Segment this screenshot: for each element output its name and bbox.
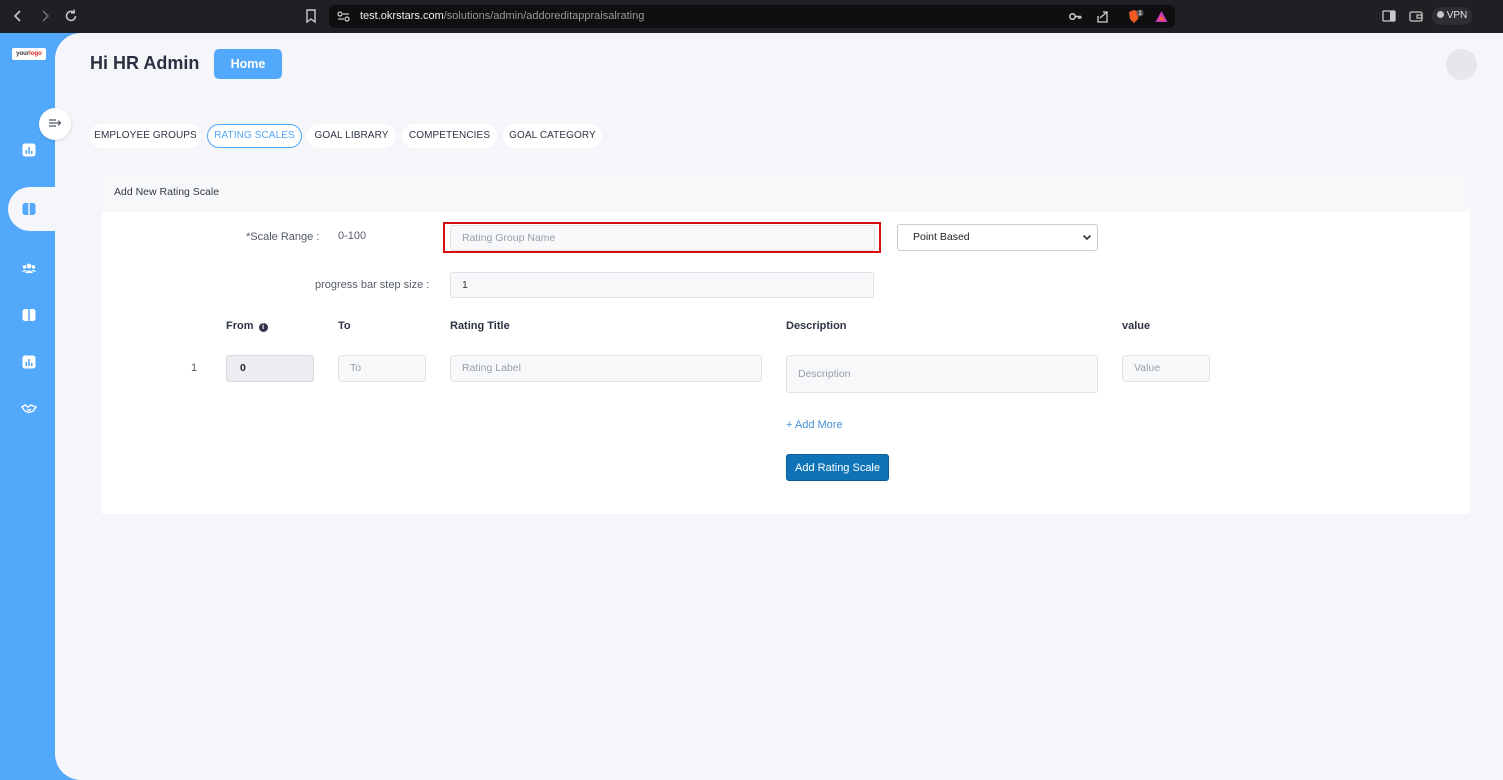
sidebar-item-reports[interactable] <box>21 354 37 370</box>
add-more-link[interactable]: + Add More <box>786 419 843 431</box>
sidebar-item-library[interactable] <box>21 307 37 323</box>
sidebar-toggle-icon[interactable] <box>1380 7 1398 25</box>
key-icon[interactable] <box>1068 9 1083 24</box>
brave-shields-icon[interactable]: 1 <box>1127 9 1144 24</box>
wallet-icon[interactable] <box>1407 7 1425 25</box>
scale-range-value: 0-100 <box>338 230 367 242</box>
value-input[interactable]: Value <box>1122 355 1210 382</box>
book-icon <box>22 309 36 321</box>
tab-rating-scales[interactable]: RATING SCALES <box>207 124 302 148</box>
chart-icon <box>22 355 36 369</box>
menu-arrow-icon <box>49 119 62 127</box>
rating-title-column-header: Rating Title <box>450 320 510 332</box>
company-logo[interactable]: yourlogo <box>12 48 46 60</box>
tab-goal-category[interactable]: GOAL CATEGORY <box>503 124 602 148</box>
scale-type-select[interactable]: Point Based <box>897 224 1098 251</box>
from-input: 0 <box>226 355 314 382</box>
address-bar[interactable]: test.okrstars.com/solutions/admin/addore… <box>329 5 1175 28</box>
chevron-down-icon <box>1082 225 1092 260</box>
highlight-box <box>443 222 881 253</box>
home-button[interactable]: Home <box>214 49 282 79</box>
rating-label-input[interactable]: Rating Label <box>450 355 762 382</box>
tab-employee-groups[interactable]: EMPLOYEE GROUPS <box>90 124 201 148</box>
tab-competencies[interactable]: COMPETENCIES <box>402 124 497 148</box>
avatar[interactable] <box>1446 49 1477 80</box>
book-icon <box>21 201 37 217</box>
scale-range-label: *Scale Range : <box>246 231 320 243</box>
add-rating-scale-button[interactable]: Add Rating Scale <box>786 454 889 481</box>
users-icon <box>21 263 37 273</box>
description-column-header: Description <box>786 320 847 332</box>
page-greeting: Hi HR Admin <box>90 53 200 73</box>
brave-rewards-icon[interactable] <box>1154 9 1169 24</box>
to-column-header: To <box>338 320 351 332</box>
forward-icon[interactable] <box>36 7 54 25</box>
sidebar-item-appraisal[interactable] <box>8 187 56 231</box>
vpn-status-icon <box>1436 11 1444 18</box>
sidebar-item-users[interactable] <box>21 260 37 276</box>
sidebar-item-partners[interactable] <box>20 400 38 416</box>
from-column-header: From i <box>226 320 268 332</box>
info-icon[interactable]: i <box>258 323 268 332</box>
handshake-icon <box>20 404 38 414</box>
value-column-header: value <box>1122 320 1151 332</box>
url-text[interactable]: test.okrstars.com/solutions/admin/addore… <box>360 10 644 22</box>
bookmark-icon[interactable] <box>302 7 320 25</box>
chart-icon <box>22 143 36 157</box>
vpn-button[interactable]: VPN <box>1432 7 1472 25</box>
share-icon[interactable] <box>1095 9 1110 24</box>
browser-toolbar: test.okrstars.com/solutions/admin/addore… <box>0 0 1503 33</box>
site-settings-icon[interactable] <box>336 9 351 24</box>
step-size-input[interactable]: 1 <box>450 272 874 298</box>
card-title: Add New Rating Scale <box>114 186 220 198</box>
description-input[interactable]: Description <box>786 355 1098 393</box>
reload-icon[interactable] <box>62 7 80 25</box>
card-header: Add New Rating Scale <box>102 173 1470 212</box>
row-index: 1 <box>191 362 198 374</box>
to-input[interactable]: To <box>338 355 426 382</box>
collapse-sidebar-button[interactable] <box>39 108 71 140</box>
back-icon[interactable] <box>9 7 27 25</box>
sidebar-item-dashboard[interactable] <box>21 142 37 158</box>
tab-goal-library[interactable]: GOAL LIBRARY <box>307 124 396 148</box>
step-size-label: progress bar step size : <box>315 279 430 291</box>
